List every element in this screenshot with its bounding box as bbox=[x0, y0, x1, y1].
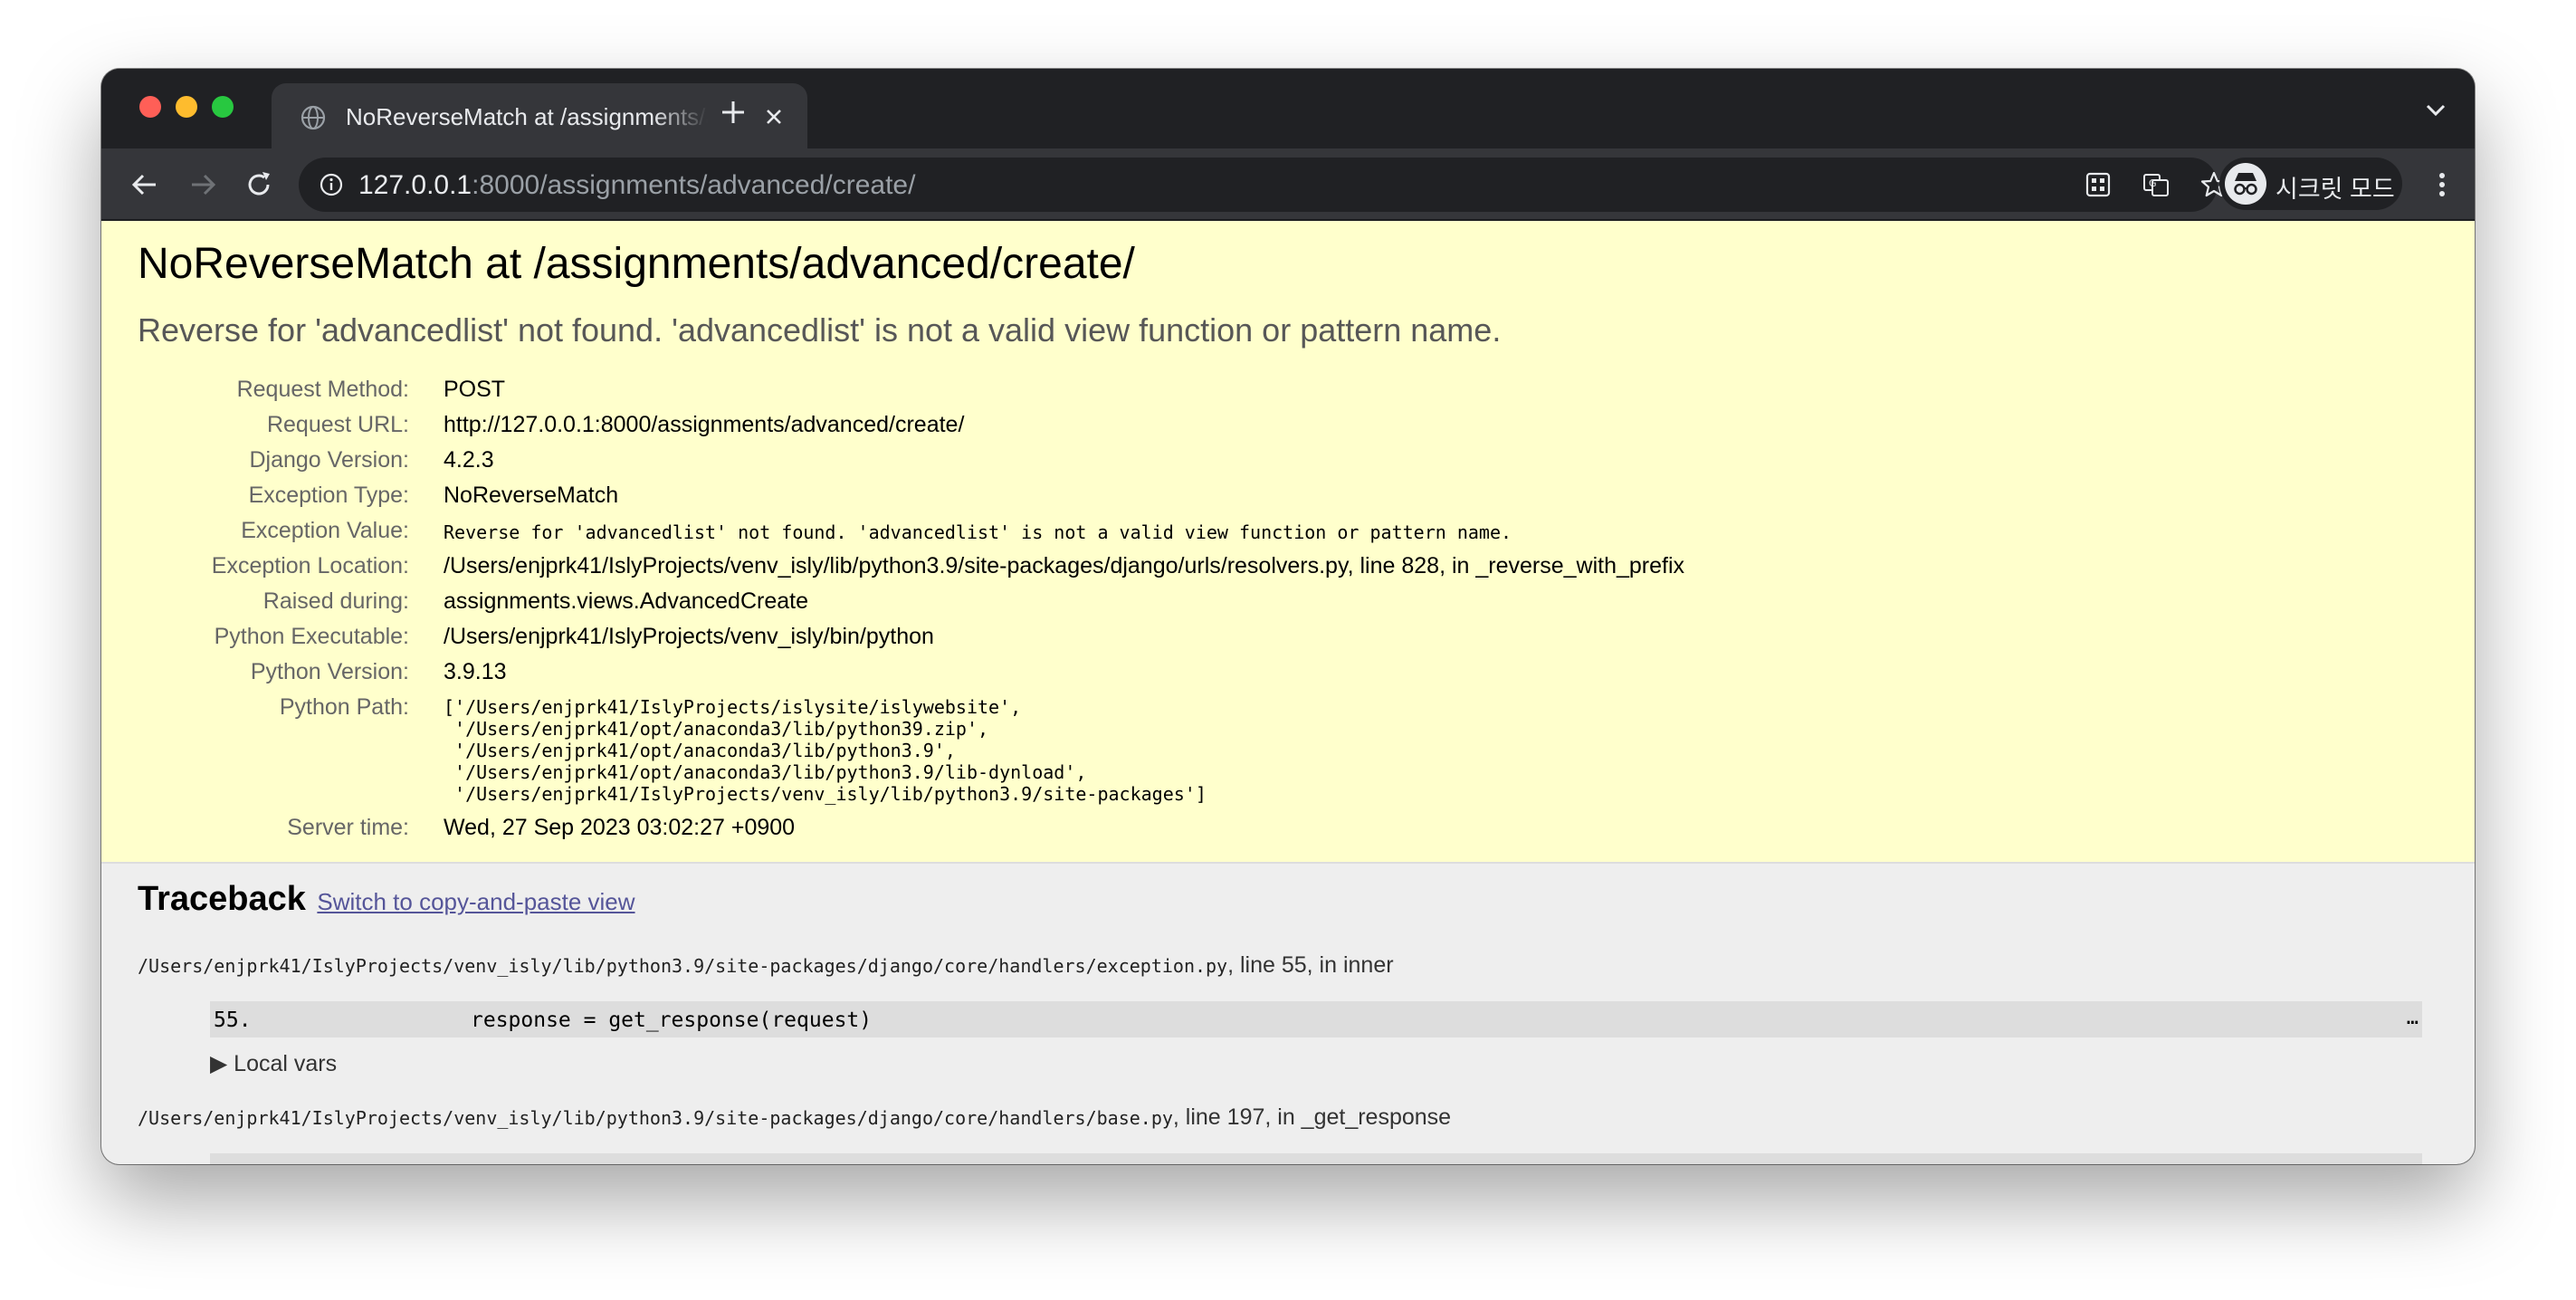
traceback-frame-file: /Users/enjprk41/IslyProjects/venv_isly/l… bbox=[138, 1104, 1451, 1131]
traceback-frame-file: /Users/enjprk41/IslyProjects/venv_isly/l… bbox=[138, 952, 1394, 979]
frame-location: , line 197, in _get_response bbox=[1172, 1104, 1452, 1130]
frame-location: , line 55, in inner bbox=[1227, 952, 1394, 978]
meta-label: Server time: bbox=[287, 815, 409, 840]
traceback-heading: Traceback Switch to copy-and-paste view bbox=[138, 880, 635, 919]
code-context-line[interactable]: 55. response = get_response(request) … bbox=[210, 1001, 2422, 1037]
meta-value: 4.2.3 bbox=[444, 447, 494, 473]
meta-value: Wed, 27 Sep 2023 03:02:27 +0900 bbox=[444, 815, 796, 840]
code-text: response = get_response(request) bbox=[471, 1008, 873, 1032]
browser-toolbar: 127.0.0.1:8000/assignments/advanced/crea… bbox=[101, 148, 2475, 221]
meta-label: Exception Location: bbox=[211, 553, 409, 578]
page-title: NoReverseMatch at /assignments/advanced/… bbox=[138, 240, 1135, 288]
meta-label: Request Method: bbox=[236, 377, 409, 402]
screenshot-stage: NoReverseMatch at /assignments/advanced/… bbox=[0, 0, 2576, 1300]
meta-value: 3.9.13 bbox=[444, 659, 507, 684]
reload-icon[interactable] bbox=[241, 167, 277, 203]
arrow-left-icon[interactable] bbox=[127, 167, 163, 203]
kebab-menu-icon[interactable] bbox=[2431, 167, 2453, 203]
tab-title: NoReverseMatch at /assignments/advanced/… bbox=[346, 103, 708, 130]
incognito-label: 시크릿 모드 bbox=[2275, 176, 2395, 203]
close-window-button[interactable] bbox=[139, 96, 161, 118]
traceback-title: Traceback bbox=[138, 880, 306, 918]
meta-value: http://127.0.0.1:8000/assignments/advanc… bbox=[444, 412, 965, 437]
error-summary: NoReverseMatch at /assignments/advanced/… bbox=[101, 221, 2475, 864]
incognito-profile-button[interactable]: 시크릿 모드 bbox=[2219, 158, 2402, 210]
meta-value: /Users/enjprk41/IslyProjects/venv_isly/l… bbox=[444, 553, 1685, 578]
browser-window: NoReverseMatch at /assignments/advanced/… bbox=[101, 69, 2475, 1164]
app-install-icon[interactable] bbox=[2084, 170, 2113, 199]
local-vars-toggle[interactable]: ▶ Local vars bbox=[210, 1050, 337, 1077]
incognito-icon bbox=[2225, 163, 2266, 205]
globe-icon bbox=[301, 105, 326, 130]
page-content: NoReverseMatch at /assignments/advanced/… bbox=[101, 221, 2475, 1164]
maximize-window-button[interactable] bbox=[212, 96, 234, 118]
translate-icon[interactable]: G bbox=[2142, 170, 2171, 199]
tab-strip: NoReverseMatch at /assignments/advanced/… bbox=[101, 69, 2475, 148]
frame-path: /Users/enjprk41/IslyProjects/venv_isly/l… bbox=[138, 955, 1228, 977]
meta-label: Django Version: bbox=[249, 447, 409, 473]
meta-label: Python Executable: bbox=[214, 624, 409, 649]
meta-value: ['/Users/enjprk41/IslyProjects/islysite/… bbox=[444, 696, 1207, 805]
arrow-right-icon[interactable] bbox=[185, 167, 221, 203]
meta-value: POST bbox=[444, 377, 506, 402]
frame-path: /Users/enjprk41/IslyProjects/venv_isly/l… bbox=[138, 1107, 1173, 1129]
meta-label: Raised during: bbox=[262, 588, 409, 614]
meta-label: Exception Value: bbox=[241, 518, 409, 543]
meta-label: Request URL: bbox=[266, 412, 409, 437]
meta-label: Python Version: bbox=[250, 659, 409, 684]
meta-value: /Users/enjprk41/IslyProjects/venv_isly/b… bbox=[444, 624, 934, 649]
meta-label: Python Path: bbox=[279, 694, 409, 720]
error-message: Reverse for 'advancedlist' not found. 'a… bbox=[138, 311, 1502, 349]
expand-context-button[interactable]: … bbox=[2407, 1007, 2419, 1029]
chevron-down-icon[interactable] bbox=[2424, 101, 2447, 119]
meta-value: Reverse for 'advancedlist' not found. 'a… bbox=[444, 521, 1512, 543]
copy-paste-view-link[interactable]: Switch to copy-and-paste view bbox=[317, 888, 634, 915]
svg-text:G: G bbox=[2149, 177, 2157, 189]
code-context-line[interactable] bbox=[210, 1153, 2422, 1164]
info-icon[interactable] bbox=[319, 172, 344, 197]
url-path: :8000/assignments/advanced/create/ bbox=[472, 170, 916, 200]
meta-value: NoReverseMatch bbox=[444, 483, 619, 508]
line-number: 55. bbox=[214, 1008, 252, 1032]
address-bar[interactable]: 127.0.0.1:8000/assignments/advanced/crea… bbox=[299, 158, 2228, 212]
meta-label: Exception Type: bbox=[248, 483, 409, 508]
url-host: 127.0.0.1 bbox=[358, 170, 472, 200]
close-tab-icon[interactable] bbox=[760, 103, 787, 130]
minimize-window-button[interactable] bbox=[176, 96, 197, 118]
new-tab-icon[interactable] bbox=[719, 98, 748, 127]
url-text[interactable]: 127.0.0.1:8000/assignments/advanced/crea… bbox=[358, 170, 915, 201]
meta-value: assignments.views.AdvancedCreate bbox=[444, 588, 808, 614]
